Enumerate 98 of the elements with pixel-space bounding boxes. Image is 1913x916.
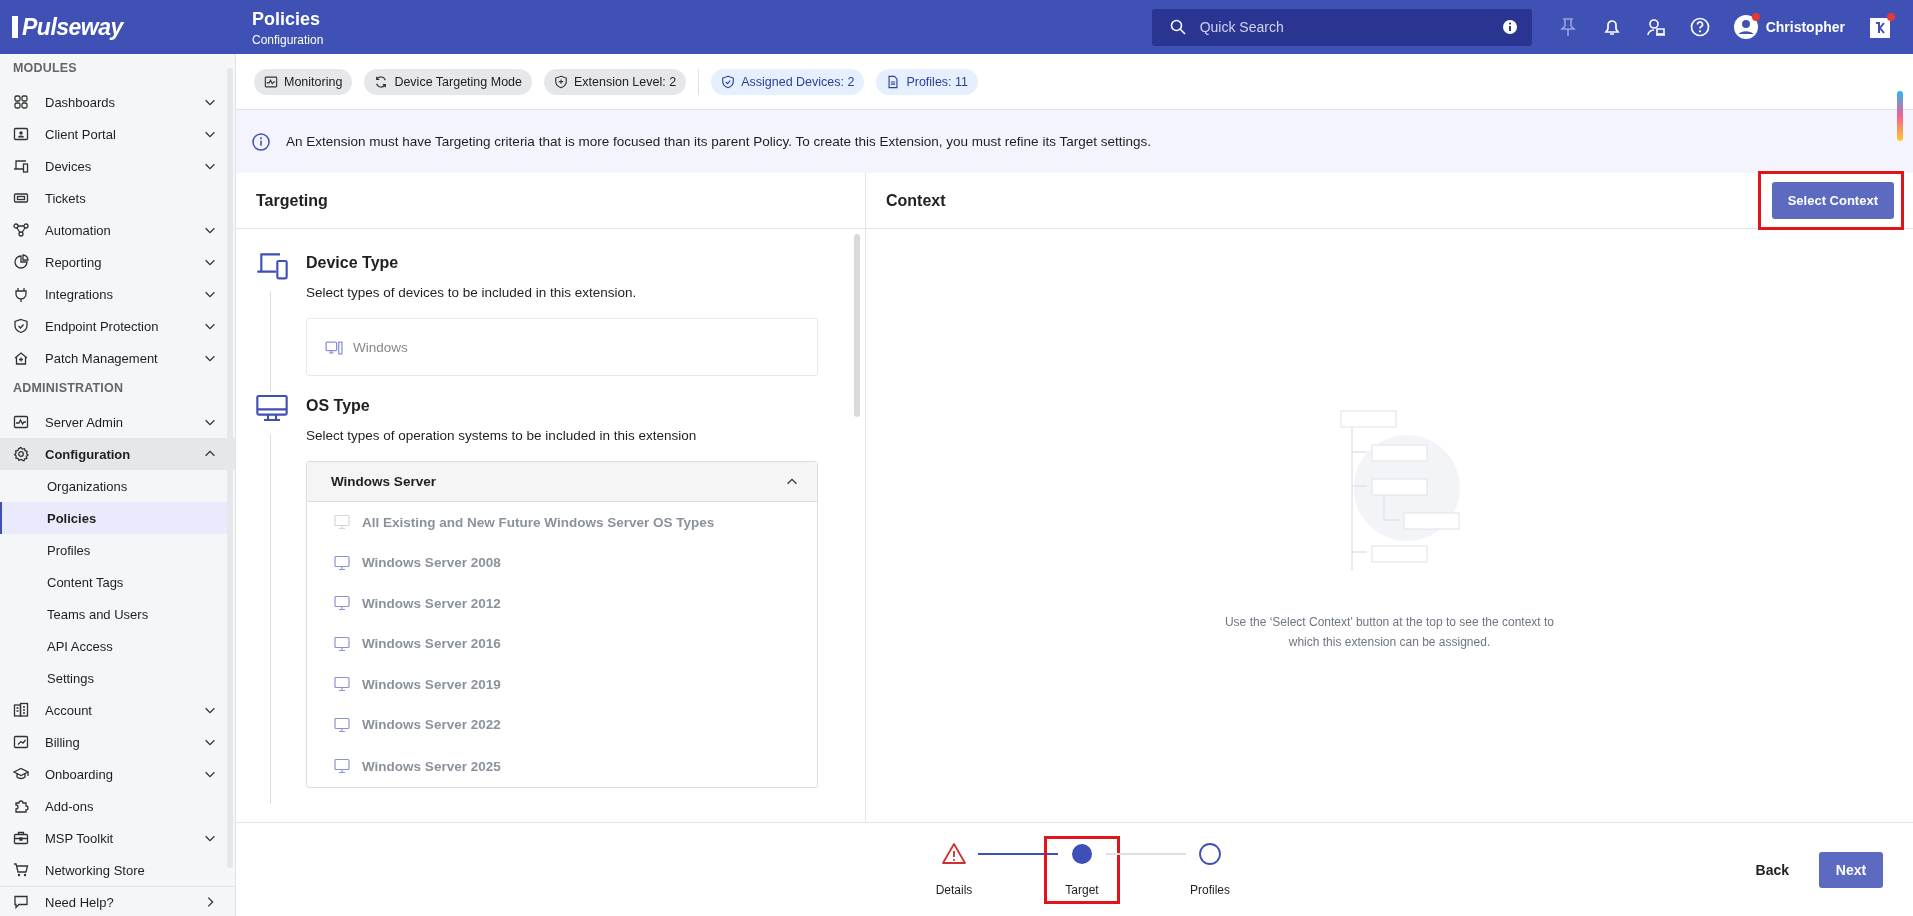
sidebar-subitem[interactable]: API Access xyxy=(0,630,227,662)
status-chip: Extension Level: 2 xyxy=(544,68,687,95)
shield-plus-icon xyxy=(554,74,568,89)
shield-icon xyxy=(13,318,29,334)
step-label: Profiles xyxy=(1190,883,1230,897)
select-context-button[interactable]: Select Context xyxy=(1771,182,1894,219)
sidebar-item[interactable]: Automation xyxy=(0,214,235,246)
pin-icon[interactable] xyxy=(1557,17,1578,37)
support-agent-icon[interactable] xyxy=(1645,17,1666,37)
graduation-cap-icon xyxy=(13,766,29,782)
ticket-icon xyxy=(13,190,29,206)
sidebar-subitem[interactable]: Teams and Users xyxy=(0,598,227,630)
desktop-computer-icon xyxy=(325,339,343,355)
sidebar-item[interactable]: Networking Store xyxy=(0,854,235,886)
scrollbar[interactable] xyxy=(854,234,860,417)
pulse-monitor-icon xyxy=(264,74,278,89)
accordion-header[interactable]: Windows Server xyxy=(307,462,817,502)
help-item[interactable]: Need Help? xyxy=(0,887,235,916)
contact-card-icon xyxy=(13,126,29,142)
step-dot[interactable] xyxy=(1070,842,1094,866)
warning-icon[interactable] xyxy=(942,842,966,866)
page-subtitle: Configuration xyxy=(252,32,325,47)
nodes-icon xyxy=(13,222,29,238)
pulseway-logo[interactable]: Pulseway xyxy=(12,16,123,38)
sidebar-subitem[interactable]: Settings xyxy=(0,662,227,694)
panel-title: Context xyxy=(886,191,946,210)
banner-message: An Extension must have Targeting criteria that is more focused than its parent Policy. To create this Extension, you must refine its Target settings. xyxy=(286,134,1151,149)
sidebar-item[interactable]: Client Portal xyxy=(0,118,235,150)
sidebar-item[interactable]: Billing xyxy=(0,726,235,758)
sidebar-item[interactable]: Account xyxy=(0,694,235,726)
devices-icon xyxy=(13,158,29,174)
monitor-icon xyxy=(334,716,350,733)
puzzle-icon xyxy=(13,798,29,814)
sidebar-item[interactable]: MSP Toolkit xyxy=(0,822,235,854)
status-chip: Assigned Devices: 2 xyxy=(711,68,865,95)
monitor-icon xyxy=(334,595,350,612)
next-button[interactable]: Next xyxy=(1819,851,1883,888)
status-chip: Profiles: 11 xyxy=(876,68,979,95)
step-circle[interactable] xyxy=(1198,842,1222,866)
help-icon[interactable] xyxy=(1689,17,1710,37)
monitor-icon xyxy=(334,676,350,693)
step-label: Target xyxy=(1065,883,1099,897)
app-icon[interactable] xyxy=(1869,15,1893,39)
step-label: Details xyxy=(935,883,973,897)
status-chip: Monitoring xyxy=(254,68,353,95)
refresh-icon xyxy=(374,74,389,89)
back-button[interactable]: Back xyxy=(1745,853,1799,886)
shield-check-icon xyxy=(721,74,736,89)
grid-icon xyxy=(13,94,29,110)
cart-icon xyxy=(13,862,29,878)
sidebar-item[interactable]: Integrations xyxy=(0,278,235,310)
section-description: Select types of operation systems to be included in this extension xyxy=(306,428,698,443)
sidebar-item[interactable]: Patch Management xyxy=(0,342,235,374)
monitor-icon xyxy=(334,635,350,652)
user-name[interactable]: Christopher xyxy=(1765,19,1845,35)
building-icon xyxy=(13,702,29,718)
section-title: OS Type xyxy=(306,397,371,415)
gear-icon xyxy=(13,446,29,462)
house-icon xyxy=(13,350,29,366)
sidebar-item[interactable]: Reporting xyxy=(0,246,235,278)
section-label: MODULES xyxy=(12,60,78,77)
empty-state-message: Use the ‘Select Context’ button at the top to see the context to which this extension can be assigned. xyxy=(1223,614,1556,651)
document-icon xyxy=(886,74,901,89)
sidebar-item[interactable]: Endpoint Protection xyxy=(0,310,235,342)
sidebar-subitem[interactable]: Content Tags xyxy=(0,566,227,598)
section-title: Device Type xyxy=(306,254,400,272)
sidebar-item[interactable]: Configuration xyxy=(0,438,235,470)
info-icon[interactable] xyxy=(1501,19,1518,35)
section-description: Select types of devices to be included in this extension. xyxy=(306,285,638,300)
page-title: Policies xyxy=(252,7,322,30)
sidebar-item[interactable]: Tickets xyxy=(0,182,235,214)
sidebar-subitem[interactable]: Organizations xyxy=(0,470,227,502)
sidebar-item[interactable]: Dashboards xyxy=(0,86,235,118)
search-icon xyxy=(1169,19,1186,35)
avatar-icon[interactable] xyxy=(1733,15,1758,39)
chat-bubble-icon xyxy=(13,894,29,910)
sidebar-item[interactable]: Devices xyxy=(0,150,235,182)
pie-chart-icon xyxy=(13,254,29,270)
info-icon xyxy=(252,132,270,151)
sidebar-subitem[interactable]: Profiles xyxy=(0,534,227,566)
monitor-icon xyxy=(256,392,288,424)
search-input[interactable]: Quick Search xyxy=(1197,18,1490,36)
sidebar-item[interactable]: Server Admin xyxy=(0,406,235,438)
option-card[interactable]: Windows xyxy=(306,318,818,376)
panel-title: Targeting xyxy=(256,191,328,210)
monitor-icon xyxy=(334,514,350,531)
invoice-icon xyxy=(13,734,29,750)
briefcase-icon xyxy=(13,830,29,846)
sidebar-item[interactable]: Onboarding xyxy=(0,758,235,790)
plug-icon xyxy=(13,286,29,302)
search-field[interactable]: Quick Search xyxy=(1151,8,1532,46)
status-chip: Device Targeting Mode xyxy=(364,68,532,95)
sidebar-subitem[interactable]: Policies xyxy=(0,502,227,534)
sidebar-item[interactable]: Add-ons xyxy=(0,790,235,822)
section-label: ADMINISTRATION xyxy=(12,380,125,397)
pulse-monitor-icon xyxy=(13,414,29,430)
monitor-icon xyxy=(334,758,350,774)
monitor-icon xyxy=(334,554,350,571)
